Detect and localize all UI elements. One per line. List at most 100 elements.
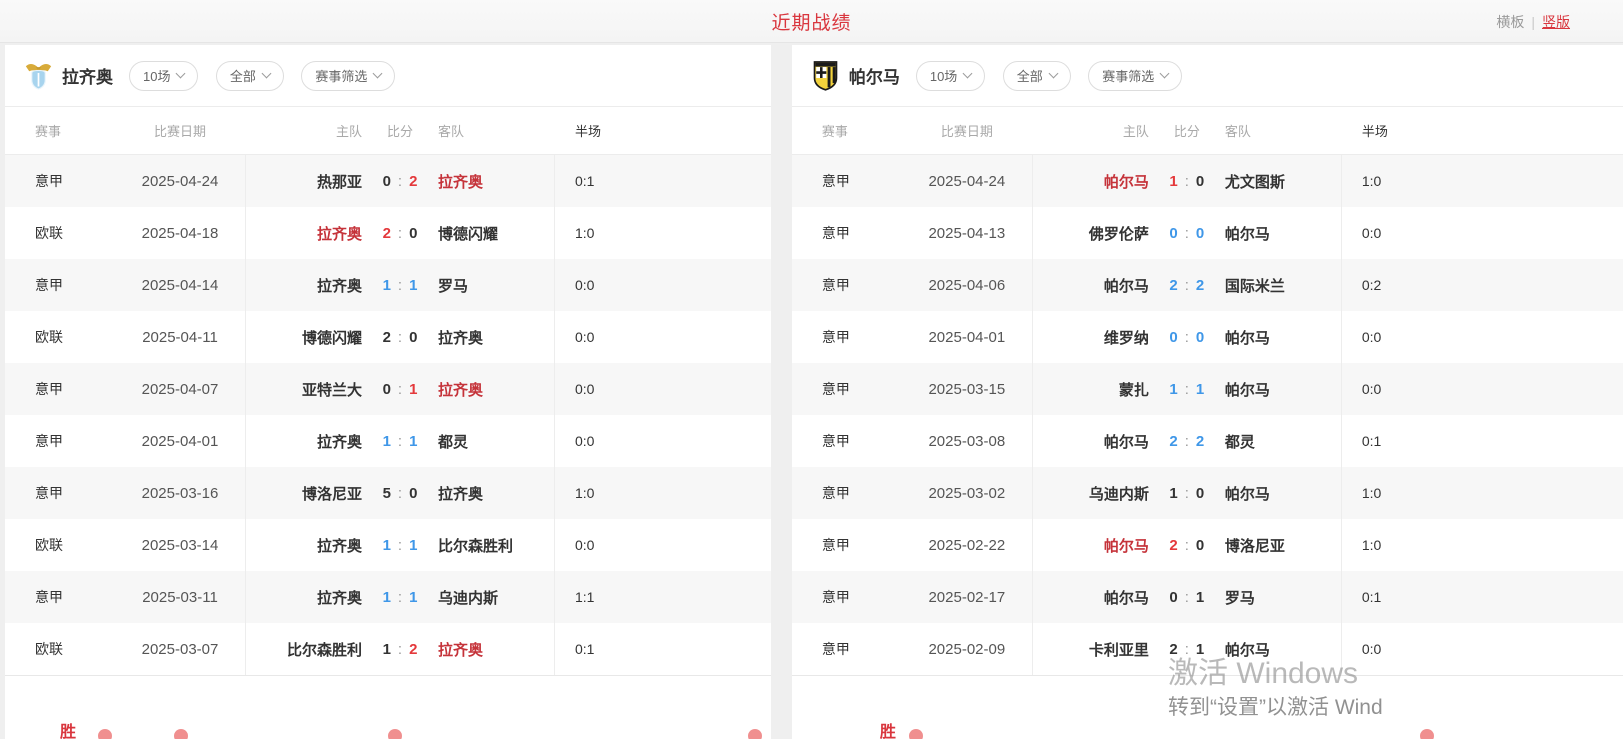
half-time-score: 0:0 [555,537,771,553]
chevron-down-icon [1048,69,1058,79]
score-colon: : [1185,277,1189,294]
table-header-row: 赛事 比赛日期 主队 比分 客队 半场 [5,107,771,155]
match-teams: 亚特兰大 0 : 1 拉齐奥 [245,363,555,415]
match-row[interactable]: 意甲 2025-04-01 拉齐奥 1 : 1 都灵 0:0 [5,415,771,467]
home-score: 1 [383,589,391,606]
filter-dropdown[interactable]: 10场 [916,61,985,91]
filter-dropdown[interactable]: 全部 [216,61,284,91]
chevron-down-icon [1160,69,1170,79]
view-toggle-separator: | [1531,14,1535,30]
match-score: 2 : 0 [362,225,438,242]
away-team-name: 拉齐奥 [438,483,554,504]
away-team-name: 博德闪耀 [438,223,554,244]
match-date: 2025-02-17 [902,589,1032,606]
home-team-name: 帕尔马 [1033,275,1149,296]
panels-container: 拉齐奥 10场 全部 赛事筛选 赛事 比赛日期 主队 比分 客队 半场 意甲 2… [5,45,1623,739]
match-row[interactable]: 欧联 2025-03-07 比尔森胜利 1 : 2 拉齐奥 0:1 [5,623,771,675]
score-colon: : [398,173,402,190]
summary-dot [748,729,762,739]
col-teams-group: 主队 比分 客队 [245,107,555,154]
match-teams: 拉齐奥 1 : 1 比尔森胜利 [245,519,555,571]
score-colon: : [398,329,402,346]
home-score: 2 [1169,641,1177,658]
match-score: 1 : 1 [362,589,438,606]
away-score: 1 [1196,641,1204,658]
half-time-score: 1:0 [1342,485,1623,501]
team-name: 拉齐奥 [62,63,113,88]
match-teams: 热那亚 0 : 2 拉齐奥 [245,155,555,207]
match-date: 2025-03-15 [902,381,1032,398]
filter-pills: 10场 全部 赛事筛选 [916,61,1195,91]
match-row[interactable]: 欧联 2025-03-14 拉齐奥 1 : 1 比尔森胜利 0:0 [5,519,771,571]
layout-vertical-link[interactable]: 竖版 [1542,12,1570,32]
score-colon: : [398,277,402,294]
filter-dropdown[interactable]: 赛事筛选 [301,61,395,91]
match-row[interactable]: 意甲 2025-04-24 热那亚 0 : 2 拉齐奥 0:1 [5,155,771,207]
score-colon: : [398,381,402,398]
col-date: 比赛日期 [115,121,245,140]
match-row[interactable]: 意甲 2025-03-08 帕尔马 2 : 2 都灵 0:1 [792,415,1623,467]
match-teams: 帕尔马 2 : 2 都灵 [1032,415,1342,467]
score-colon: : [1185,381,1189,398]
match-competition: 意甲 [5,379,115,399]
match-row[interactable]: 意甲 2025-04-06 帕尔马 2 : 2 国际米兰 0:2 [792,259,1623,311]
col-competition: 赛事 [792,121,902,140]
match-competition: 意甲 [792,535,902,555]
match-row[interactable]: 意甲 2025-03-11 拉齐奥 1 : 1 乌迪内斯 1:1 [5,571,771,623]
match-competition: 欧联 [5,327,115,347]
half-time-score: 1:0 [555,225,771,241]
match-row[interactable]: 意甲 2025-04-07 亚特兰大 0 : 1 拉齐奥 0:0 [5,363,771,415]
match-date: 2025-03-11 [115,589,245,606]
match-rows: 意甲 2025-04-24 热那亚 0 : 2 拉齐奥 0:1 欧联 2025-… [5,155,771,675]
match-teams: 帕尔马 1 : 0 尤文图斯 [1032,155,1342,207]
filter-dropdown[interactable]: 全部 [1003,61,1071,91]
match-row[interactable]: 意甲 2025-02-09 卡利亚里 2 : 1 帕尔马 0:0 [792,623,1623,675]
match-row[interactable]: 意甲 2025-03-02 乌迪内斯 1 : 0 帕尔马 1:0 [792,467,1623,519]
match-competition: 意甲 [792,223,902,243]
away-team-name: 都灵 [1225,431,1341,452]
match-score: 1 : 1 [362,277,438,294]
filter-dropdown[interactable]: 赛事筛选 [1088,61,1182,91]
match-row[interactable]: 意甲 2025-04-24 帕尔马 1 : 0 尤文图斯 1:0 [792,155,1623,207]
match-row[interactable]: 意甲 2025-02-22 帕尔马 2 : 0 博洛尼亚 1:0 [792,519,1623,571]
team-logo [25,60,52,91]
half-time-score: 0:1 [1342,433,1623,449]
home-team-name: 维罗纳 [1033,327,1149,348]
summary-dot [98,729,112,739]
score-colon: : [1185,433,1189,450]
match-row[interactable]: 意甲 2025-02-17 帕尔马 0 : 1 罗马 0:1 [792,571,1623,623]
away-team-name: 乌迪内斯 [438,587,554,608]
summary-dot [1420,729,1434,739]
chevron-down-icon [373,69,383,79]
filter-dropdown[interactable]: 10场 [129,61,198,91]
score-colon: : [398,433,402,450]
win-label: 胜 [880,718,896,739]
match-row[interactable]: 意甲 2025-03-15 蒙扎 1 : 1 帕尔马 0:0 [792,363,1623,415]
away-score: 0 [1196,485,1204,502]
match-teams: 拉齐奥 1 : 1 乌迪内斯 [245,571,555,623]
home-score: 2 [1169,433,1177,450]
match-row[interactable]: 意甲 2025-04-14 拉齐奥 1 : 1 罗马 0:0 [5,259,771,311]
home-team-name: 亚特兰大 [246,379,362,400]
score-colon: : [398,485,402,502]
match-score: 2 : 2 [1149,433,1225,450]
match-competition: 意甲 [792,275,902,295]
match-row[interactable]: 意甲 2025-04-01 维罗纳 0 : 0 帕尔马 0:0 [792,311,1623,363]
away-team-name: 帕尔马 [1225,483,1341,504]
half-time-score: 1:0 [555,485,771,501]
top-bar: 近期战绩 横板 | 竖版 [0,0,1623,43]
match-competition: 意甲 [792,379,902,399]
match-row[interactable]: 意甲 2025-04-13 佛罗伦萨 0 : 0 帕尔马 0:0 [792,207,1623,259]
match-row[interactable]: 欧联 2025-04-11 博德闪耀 2 : 0 拉齐奥 0:0 [5,311,771,363]
chevron-down-icon [963,69,973,79]
half-time-score: 0:0 [555,329,771,345]
match-score: 2 : 0 [1149,537,1225,554]
match-row[interactable]: 欧联 2025-04-18 拉齐奥 2 : 0 博德闪耀 1:0 [5,207,771,259]
match-row[interactable]: 意甲 2025-03-16 博洛尼亚 5 : 0 拉齐奥 1:0 [5,467,771,519]
match-competition: 意甲 [792,327,902,347]
score-colon: : [1185,173,1189,190]
away-team-name: 都灵 [438,431,554,452]
home-team-name: 帕尔马 [1033,431,1149,452]
home-score: 0 [383,381,391,398]
layout-horizontal-link[interactable]: 横板 [1496,12,1524,32]
